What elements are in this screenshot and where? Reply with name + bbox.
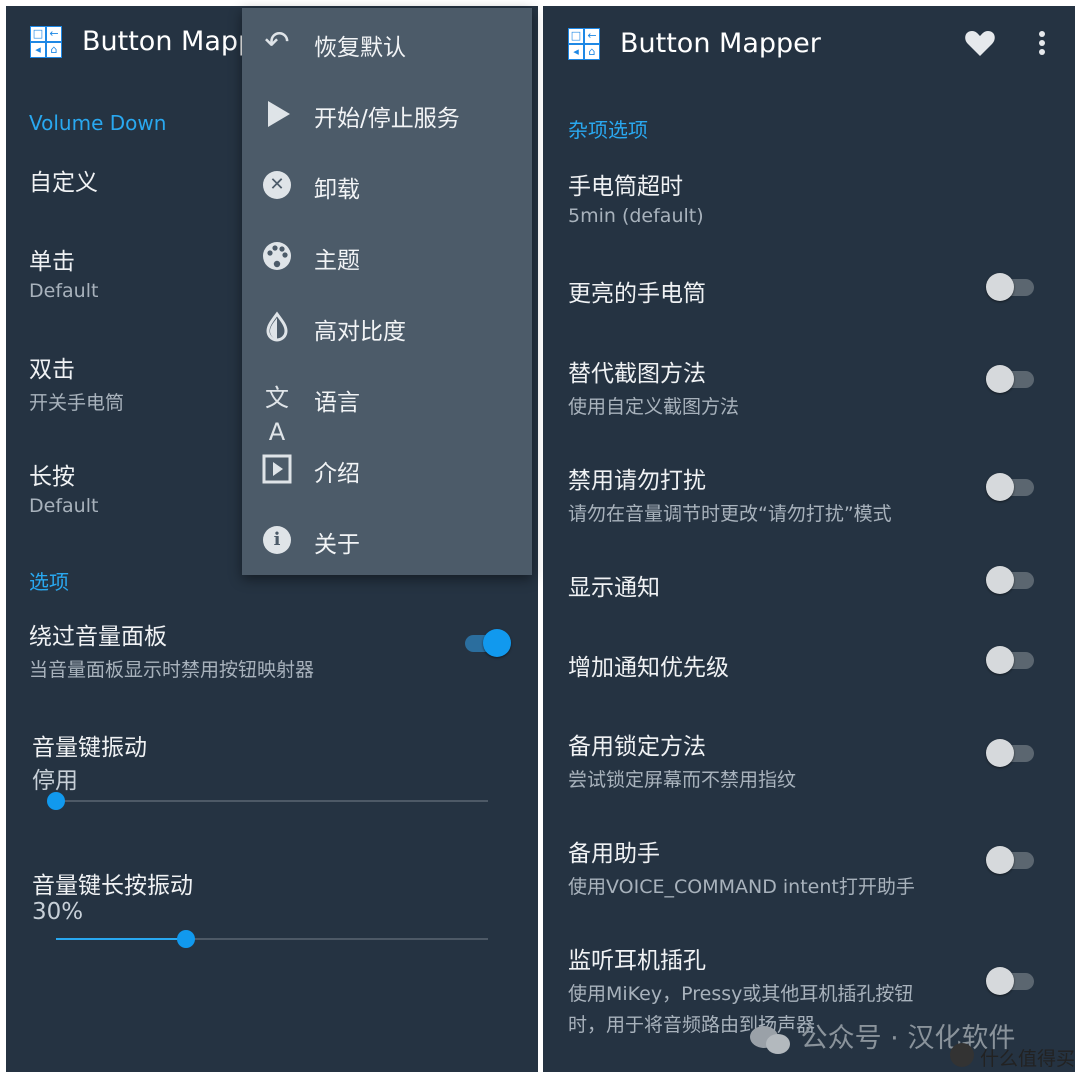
pref-title: 备用锁定方法 bbox=[568, 734, 706, 760]
pref-alt-screenshot[interactable]: 替代截图方法 使用自定义截图方法 bbox=[568, 354, 739, 419]
menu-item-label: 卸载 bbox=[314, 177, 360, 203]
switch-thumb bbox=[986, 566, 1014, 594]
custom-toggle-label[interactable]: 自定义 bbox=[29, 163, 98, 197]
menu-item-language[interactable]: 文A 语言 bbox=[242, 363, 532, 446]
menu-item-label: 介绍 bbox=[314, 461, 360, 487]
pref-summary: 开关手电筒 bbox=[29, 392, 125, 414]
menu-item-label: 关于 bbox=[314, 532, 360, 558]
switch-thumb bbox=[986, 646, 1014, 674]
volume-key-long-vibration-value: 30% bbox=[32, 899, 84, 925]
switch-thumb bbox=[986, 846, 1014, 874]
slider-track bbox=[56, 800, 488, 802]
notification-priority-switch[interactable] bbox=[986, 645, 1036, 675]
info-icon: i bbox=[260, 523, 294, 557]
pref-summary: 使用VOICE_COMMAND intent打开助手 bbox=[568, 876, 915, 898]
slideshow-icon bbox=[260, 452, 294, 486]
menu-item-label: 开始/停止服务 bbox=[314, 106, 460, 132]
switch-thumb bbox=[986, 273, 1014, 301]
pref-summary: Default bbox=[29, 495, 99, 517]
app-title: Button Mapper bbox=[620, 28, 821, 59]
pref-title: 监听耳机插孔 bbox=[568, 948, 706, 974]
palette-icon bbox=[260, 239, 294, 273]
pref-title: 备用助手 bbox=[568, 841, 660, 867]
alt-screenshot-switch[interactable] bbox=[986, 364, 1036, 394]
pref-summary: 尝试锁定屏幕而不禁用指纹 bbox=[568, 769, 797, 791]
contrast-icon bbox=[260, 310, 294, 344]
menu-item-theme[interactable]: 主题 bbox=[242, 221, 532, 292]
menu-item-about[interactable]: i 关于 bbox=[242, 505, 532, 576]
heart-icon[interactable] bbox=[963, 26, 997, 60]
pref-summary-line1: 使用MiKey，Pressy或其他耳机插孔按钮 bbox=[568, 983, 914, 1005]
pref-alt-lock-method[interactable]: 备用锁定方法 尝试锁定屏幕而不禁用指纹 bbox=[568, 727, 796, 792]
pref-notification-priority[interactable]: 增加通知优先级 bbox=[568, 648, 729, 682]
pref-title: 禁用请勿打扰 bbox=[568, 468, 706, 494]
menu-item-uninstall[interactable]: ✕ 卸载 bbox=[242, 150, 532, 221]
right-screen: □ ← ◂ ⌂ Button Mapper 杂项选项 手电筒超时 5min (d… bbox=[543, 6, 1075, 1072]
menu-item-label: 恢复默认 bbox=[314, 35, 406, 61]
volume-key-vibration-title: 音量键振动 bbox=[32, 735, 147, 761]
pref-alt-assistant[interactable]: 备用助手 使用VOICE_COMMAND intent打开助手 bbox=[568, 834, 915, 899]
undo-icon: ↶ bbox=[264, 25, 290, 60]
alt-assistant-switch[interactable] bbox=[986, 845, 1036, 875]
menu-item-label: 主题 bbox=[314, 248, 360, 274]
menu-item-high-contrast[interactable]: 高对比度 bbox=[242, 292, 532, 363]
slider-thumb[interactable] bbox=[47, 792, 65, 810]
overflow-menu: ↶ 恢复默认 开始/停止服务 ✕ 卸载 主题 高对比度 文A 语言 介绍 i 关… bbox=[242, 8, 532, 575]
pref-title: 单击 bbox=[29, 249, 75, 275]
pref-summary: 使用自定义截图方法 bbox=[568, 396, 740, 418]
switch-thumb bbox=[483, 629, 511, 657]
app-logo-icon: □ ← ◂ ⌂ bbox=[30, 26, 62, 58]
pref-summary: Default bbox=[29, 280, 99, 302]
pref-title: 手电筒超时 bbox=[568, 174, 683, 200]
play-icon bbox=[260, 97, 294, 131]
site-logo-icon bbox=[950, 1043, 974, 1067]
menu-item-label: 高对比度 bbox=[314, 319, 406, 345]
menu-item-start-stop-service[interactable]: 开始/停止服务 bbox=[242, 79, 532, 150]
section-header-volume-down: Volume Down bbox=[29, 111, 167, 135]
switch-thumb bbox=[986, 739, 1014, 767]
translate-icon: 文A bbox=[265, 384, 289, 446]
pref-bypass-volume-panel[interactable]: 绕过音量面板 当音量面板显示时禁用按钮映射器 bbox=[29, 617, 314, 682]
pref-brighter-flashlight[interactable]: 更亮的手电筒 bbox=[568, 274, 706, 308]
volume-key-long-vibration-slider[interactable] bbox=[56, 929, 488, 949]
menu-item-label: 语言 bbox=[314, 390, 360, 416]
switch-thumb bbox=[986, 365, 1014, 393]
menu-item-restore-default[interactable]: ↶ 恢复默认 bbox=[242, 8, 532, 79]
pref-title: 绕过音量面板 bbox=[29, 624, 167, 650]
disable-dnd-switch[interactable] bbox=[986, 472, 1036, 502]
section-header-misc: 杂项选项 bbox=[568, 118, 648, 142]
site-watermark: 什么值得买 bbox=[980, 1048, 1076, 1070]
pref-double-click[interactable]: 双击 开关手电筒 bbox=[29, 350, 124, 415]
bypass-volume-panel-switch[interactable] bbox=[461, 628, 511, 658]
more-options-icon[interactable] bbox=[1028, 28, 1056, 62]
pref-summary: 请勿在音量调节时更改“请勿打扰”模式 bbox=[568, 503, 892, 525]
volume-key-long-vibration-title: 音量键长按振动 bbox=[32, 873, 193, 899]
uninstall-x-icon: ✕ bbox=[260, 168, 294, 202]
alt-lock-method-switch[interactable] bbox=[986, 738, 1036, 768]
pref-long-press[interactable]: 长按 Default bbox=[29, 457, 98, 517]
pref-disable-dnd[interactable]: 禁用请勿打扰 请勿在音量调节时更改“请勿打扰”模式 bbox=[568, 461, 892, 526]
slider-fill bbox=[56, 938, 186, 940]
pref-summary: 5min (default) bbox=[568, 205, 704, 227]
app-logo-icon: □ ← ◂ ⌂ bbox=[568, 28, 600, 60]
pref-title: 替代截图方法 bbox=[568, 361, 706, 387]
volume-key-vibration-value: 停用 bbox=[32, 768, 78, 794]
menu-item-intro[interactable]: 介绍 bbox=[242, 434, 532, 505]
show-notification-switch[interactable] bbox=[986, 565, 1036, 595]
switch-thumb bbox=[986, 473, 1014, 501]
pref-summary: 当音量面板显示时禁用按钮映射器 bbox=[29, 659, 315, 681]
pref-single-click[interactable]: 单击 Default bbox=[29, 242, 98, 302]
brighter-flashlight-switch[interactable] bbox=[986, 272, 1036, 302]
pref-title: 双击 bbox=[29, 357, 75, 383]
switch-thumb bbox=[986, 967, 1014, 995]
wechat-icon bbox=[750, 1025, 790, 1054]
slider-thumb[interactable] bbox=[177, 930, 195, 948]
pref-title: 长按 bbox=[29, 464, 75, 490]
pref-flashlight-timeout[interactable]: 手电筒超时 5min (default) bbox=[568, 167, 704, 227]
volume-key-vibration-slider[interactable] bbox=[47, 791, 488, 811]
section-header-options: 选项 bbox=[29, 570, 69, 594]
pref-show-notification[interactable]: 显示通知 bbox=[568, 568, 660, 602]
watermark: 公众号 · 汉化软件 bbox=[748, 1016, 1015, 1057]
headset-jack-switch[interactable] bbox=[986, 966, 1036, 996]
